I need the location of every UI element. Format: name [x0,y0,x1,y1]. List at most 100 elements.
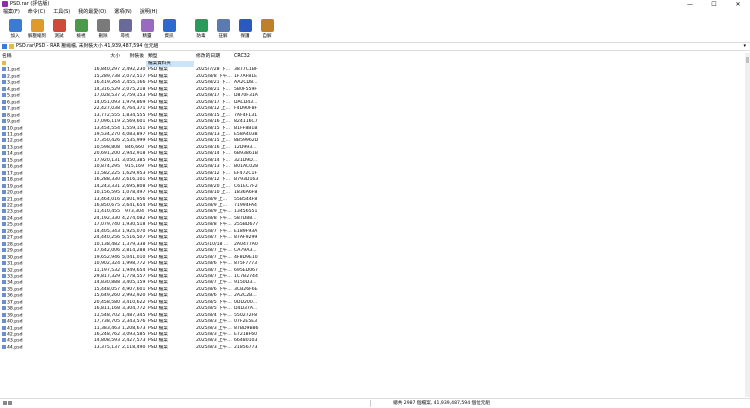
file-name: 8.psd [7,113,20,119]
file-name: 10.psd [7,126,23,132]
menu-help[interactable]: 說明(H) [140,9,158,16]
psd-file-icon [2,183,6,188]
menu-file[interactable]: 檔案(F) [3,9,20,16]
file-name: 16.psd [7,164,23,170]
window-controls: — ☐ ✕ [678,0,750,9]
column-crc[interactable]: CRC32 [232,53,262,61]
psd-file-icon [2,332,6,337]
psd-file-icon [2,177,6,182]
file-name: 19.psd [7,184,23,190]
menu-tools[interactable]: 工具(S) [53,9,70,16]
toolbar-button-sfx[interactable]: 自解 [256,16,278,42]
file-name: 13.psd [7,145,23,151]
toolbar-button-extract[interactable]: 解壓縮到 [26,16,48,42]
info-icon [162,19,176,32]
psd-file-icon [2,325,6,330]
status-bar: 總共 2987 個檔案, 41,939,487,594 個位元組 [0,398,750,408]
file-name: 17.psd [7,171,23,177]
menu-commands[interactable]: 命令(C) [28,9,45,16]
psd-file-icon [2,93,6,98]
toolbar-button-info[interactable]: 資訊 [158,16,180,42]
comment-icon [216,19,230,32]
protect-icon [238,19,252,32]
psd-file-icon [2,106,6,111]
column-type[interactable]: 類型 [146,53,194,61]
file-name: 4.psd [7,87,20,93]
toolbar-label: 保護 [240,34,250,39]
chevron-down-icon[interactable]: ▾ [743,43,746,50]
toolbar-button-virus-scan[interactable]: 防毒 [190,16,212,42]
menu-options[interactable]: 選項(N) [114,9,132,16]
toolbar-button-add[interactable]: 加入 [4,16,26,42]
psd-file-icon [2,215,6,220]
file-name: 36.psd [7,293,23,299]
column-size[interactable]: 大小 [88,53,122,61]
toolbar-button-view[interactable]: 檢視 [70,16,92,42]
toolbar-button-find[interactable]: 尋找 [114,16,136,42]
psd-file-icon [2,299,6,304]
column-packed[interactable]: 封裝後 [122,53,146,61]
toolbar: 加入 解壓縮到 測試 檢視 刪除 尋找 精靈 資訊 防毒 註解 保護 自解 [0,16,750,42]
toolbar-button-comment[interactable]: 註解 [212,16,234,42]
psd-file-icon [2,319,6,324]
toolbar-label: 測試 [54,34,64,39]
up-folder-icon[interactable] [2,44,7,49]
title-bar: PSD.rar (評估版) — ☐ ✕ [0,0,750,9]
vertical-scrollbar[interactable] [745,53,750,397]
close-button[interactable]: ✕ [726,0,750,9]
column-name[interactable]: 名稱 [0,53,88,61]
path-text[interactable]: PSD.rar\PSD - RAR 壓縮檔, 未封裝大小 41,939,487,… [16,43,158,50]
toolbar-label: 尋找 [120,34,130,39]
psd-file-icon [2,138,6,143]
toolbar-button-delete[interactable]: 刪除 [92,16,114,42]
window-title: PSD.rar (評估版) [10,1,50,7]
file-name: 11.psd [7,132,23,138]
cell-modified: 2025/8/3 上午... [196,344,232,350]
file-name: 20.psd [7,190,23,196]
maximize-button[interactable]: ☐ [702,0,726,9]
file-name: 1.psd [7,67,20,73]
file-name: 18.psd [7,177,23,183]
psd-file-icon [2,209,6,214]
file-name: 39.psd [7,313,23,319]
psd-file-icon [2,202,6,207]
minimize-button[interactable]: — [678,0,702,9]
cell-crc: 21856773 [234,344,258,350]
psd-file-icon [2,131,6,136]
toolbar-label: 加入 [10,34,20,39]
scrollbar-thumb[interactable] [746,57,749,63]
file-name: 12.psd [7,138,23,144]
psd-file-icon [2,306,6,311]
psd-file-icon [2,338,6,343]
psd-file-icon [2,119,6,124]
psd-file-icon [2,157,6,162]
file-name: 32.psd [7,268,23,273]
psd-file-icon [2,164,6,169]
toolbar-label: 解壓縮到 [28,34,46,39]
file-name: 14.psd [7,151,23,157]
file-name: 15.psd [7,158,23,164]
toolbar-button-protect[interactable]: 保護 [234,16,256,42]
psd-file-icon [2,248,6,253]
toolbar-label: 檢視 [76,34,86,39]
file-name: 34.psd [7,280,23,286]
psd-file-icon [2,254,6,259]
psd-file-icon [2,67,6,72]
table-row[interactable]: 44.psd 13,375,137 2,118,490 PSD 檔案 2025/8/3 … [0,344,750,351]
menu-bar: 檔案(F) 命令(C) 工具(S) 我的最愛(O) 選項(N) 說明(H) [0,9,750,16]
psd-file-icon [2,267,6,272]
psd-file-icon [2,222,6,227]
file-name: 35.psd [7,287,23,293]
psd-file-icon [2,170,6,175]
toolbar-button-wizard[interactable]: 精靈 [136,16,158,42]
file-name: 33.psd [7,274,23,280]
file-name: 7.psd [7,106,20,112]
file-name: 37.psd [7,300,23,306]
menu-favorites[interactable]: 我的最愛(O) [78,9,106,16]
virus-scan-icon [194,19,208,32]
column-modified[interactable]: 修改的日期 [194,53,232,61]
toolbar-label: 防毒 [196,34,206,39]
file-name: 22.psd [7,203,23,209]
psd-file-icon [2,286,6,291]
toolbar-button-test[interactable]: 測試 [48,16,70,42]
